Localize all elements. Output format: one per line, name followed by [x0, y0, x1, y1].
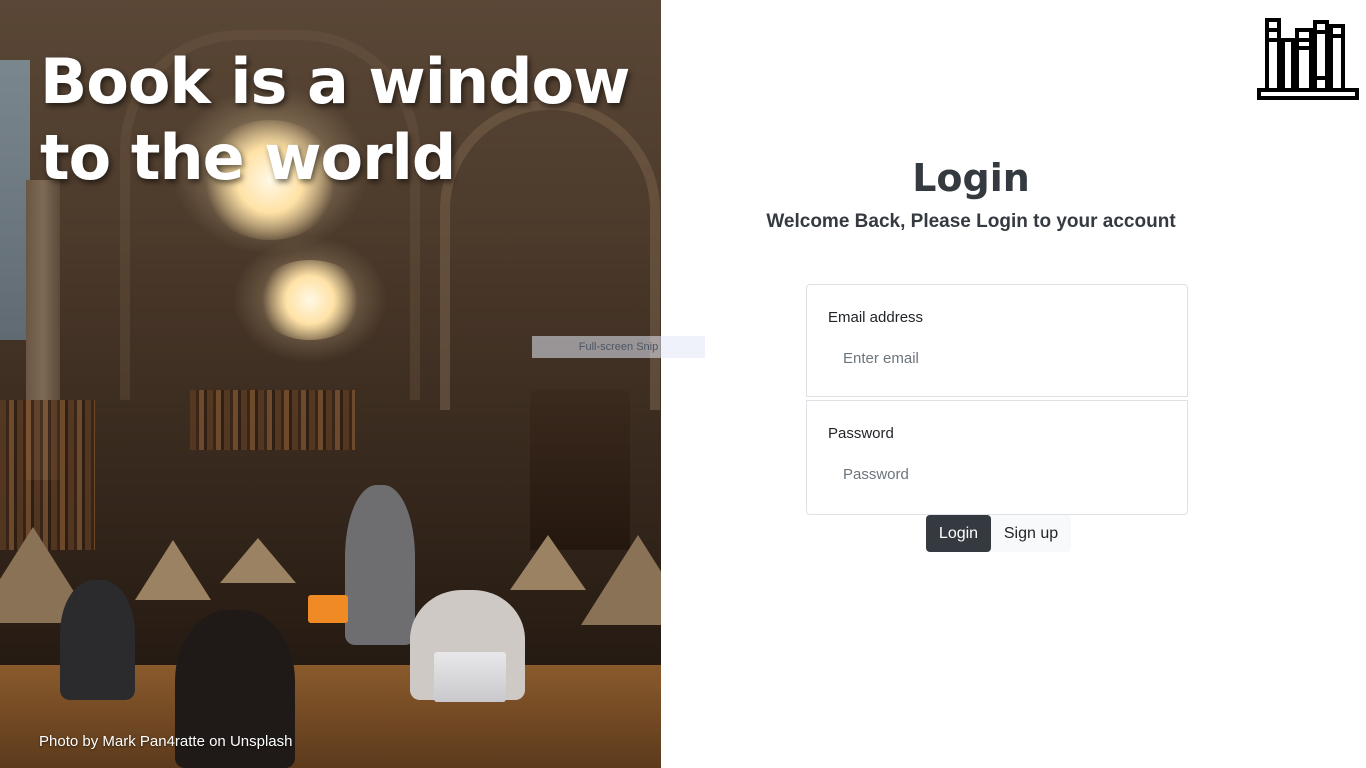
password-field-group: Password: [806, 400, 1188, 515]
password-label: Password: [828, 425, 894, 442]
password-input[interactable]: [827, 459, 1173, 489]
signup-button[interactable]: Sign up: [991, 515, 1071, 552]
doorway: [530, 390, 630, 550]
photo-credit: Photo by Mark Pan4ratte on Unsplash: [39, 733, 293, 750]
laptop: [434, 652, 506, 702]
bookshelf: [190, 390, 355, 450]
email-field-group: Email address: [806, 284, 1188, 397]
standing-person: [345, 485, 415, 645]
login-title: Login: [912, 156, 1030, 200]
login-button[interactable]: Login: [926, 515, 991, 552]
email-label: Email address: [828, 309, 924, 326]
snip-overlay-label[interactable]: Full-screen Snip: [532, 336, 705, 358]
laptop: [308, 595, 348, 623]
email-input[interactable]: [827, 343, 1173, 373]
hero-title-line-1: Book is a window: [40, 45, 630, 118]
desk-lamp: [581, 535, 661, 625]
desk-lamp: [220, 538, 296, 583]
login-subtitle: Welcome Back, Please Login to your accou…: [766, 211, 1176, 232]
chandelier: [255, 260, 365, 340]
desk-lamp: [510, 535, 586, 590]
hero-title-line-2: to the world: [40, 121, 456, 194]
hero-image: Book is a window to the world Photo by M…: [0, 0, 661, 768]
desk-lamp: [135, 540, 211, 600]
bookshelf-icon: [1257, 16, 1359, 100]
reader-person: [60, 580, 135, 700]
hero-title: Book is a window to the world: [40, 44, 630, 196]
